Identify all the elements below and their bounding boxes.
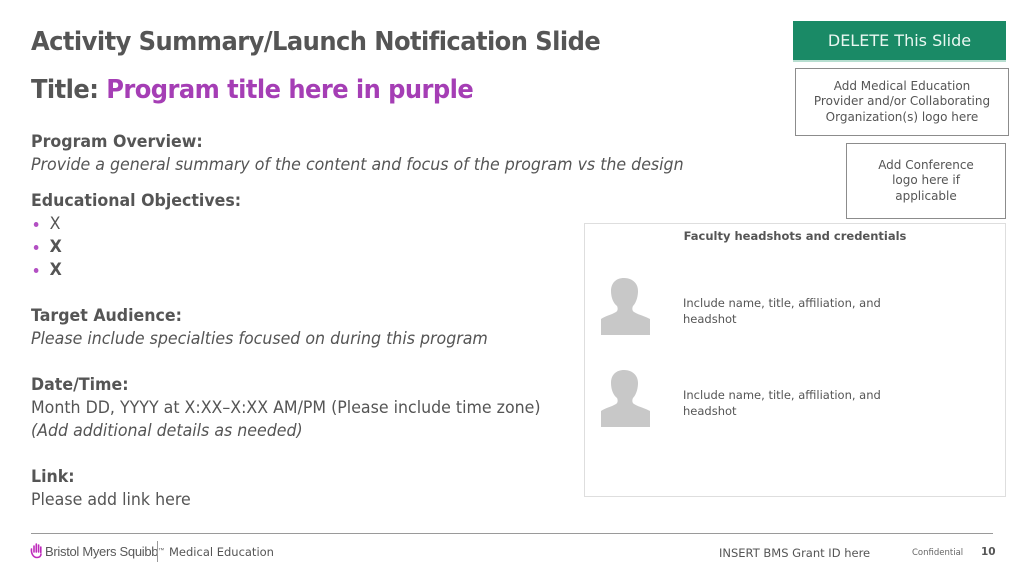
bullet-icon: [33, 222, 39, 227]
provider-logo-placeholder[interactable]: Add Medical Education Provider and/or Co…: [795, 68, 1009, 136]
target-audience-text: Please include specialties focused on du…: [31, 329, 488, 349]
delete-slide-button[interactable]: DELETE This Slide: [793, 21, 1006, 62]
conference-logo-placeholder[interactable]: Add Conference logo here if applicable: [846, 143, 1006, 219]
bullet-icon: [33, 245, 39, 250]
footer-divider-line: [31, 533, 993, 534]
link-section: Link: Please add link here: [31, 466, 191, 512]
conference-logo-text: Add Conference logo here if applicable: [878, 157, 974, 203]
target-audience-heading: Target Audience:: [31, 306, 182, 326]
provider-logo-text: Add Medical Education Provider and/or Co…: [813, 78, 991, 124]
faculty-title: Faculty headshots and credentials: [683, 229, 907, 243]
date-time-note: (Add additional details as needed): [31, 421, 303, 441]
program-title-value: Program title here in purple: [106, 75, 474, 105]
faculty-member-text: Include name, title, affiliation, and he…: [683, 296, 881, 326]
objectives-list: X X X: [31, 213, 241, 282]
bms-logo: Bristol Myers Squibb ™: [30, 543, 164, 559]
program-overview-text: Provide a general summary of the content…: [31, 155, 684, 175]
educational-objectives-heading: Educational Objectives:: [31, 191, 242, 211]
objective-item: X: [31, 213, 241, 236]
faculty-member-text: Include name, title, affiliation, and he…: [683, 388, 881, 418]
date-time-heading: Date/Time:: [31, 375, 129, 395]
person-silhouette-icon[interactable]: [601, 370, 650, 427]
target-audience-section: Target Audience: Please include specialt…: [31, 305, 488, 351]
objective-item: X: [31, 236, 241, 259]
program-overview-section: Program Overview: Provide a general summ…: [31, 131, 684, 177]
date-time-text: Month DD, YYYY at X:XX–X:XX AM/PM (Pleas…: [31, 398, 541, 418]
person-silhouette-icon[interactable]: [601, 278, 650, 335]
bms-hand-icon: [30, 543, 42, 559]
bms-brand-name: Bristol Myers Squibb: [45, 543, 159, 559]
link-heading: Link:: [31, 467, 75, 487]
faculty-panel: Faculty headshots and credentials Includ…: [584, 223, 1006, 497]
footer-vertical-divider: [157, 541, 158, 562]
date-time-section: Date/Time: Month DD, YYYY at X:XX–X:XX A…: [31, 374, 541, 443]
bullet-icon: [33, 268, 39, 273]
link-text[interactable]: Please add link here: [31, 489, 191, 512]
program-title-label: Title:: [31, 75, 99, 105]
program-overview-heading: Program Overview:: [31, 132, 203, 152]
footer-grant-id: INSERT BMS Grant ID here: [719, 546, 871, 560]
objective-item: X: [31, 259, 241, 282]
footer-confidential: Confidential: [912, 548, 964, 558]
educational-objectives-section: Educational Objectives: X X X: [31, 190, 241, 282]
page-number: 10: [981, 546, 996, 558]
footer-department: Medical Education: [169, 545, 274, 559]
slide-heading: Activity Summary/Launch Notification Sli…: [31, 27, 601, 57]
program-title: Title: Program title here in purple: [31, 75, 474, 105]
